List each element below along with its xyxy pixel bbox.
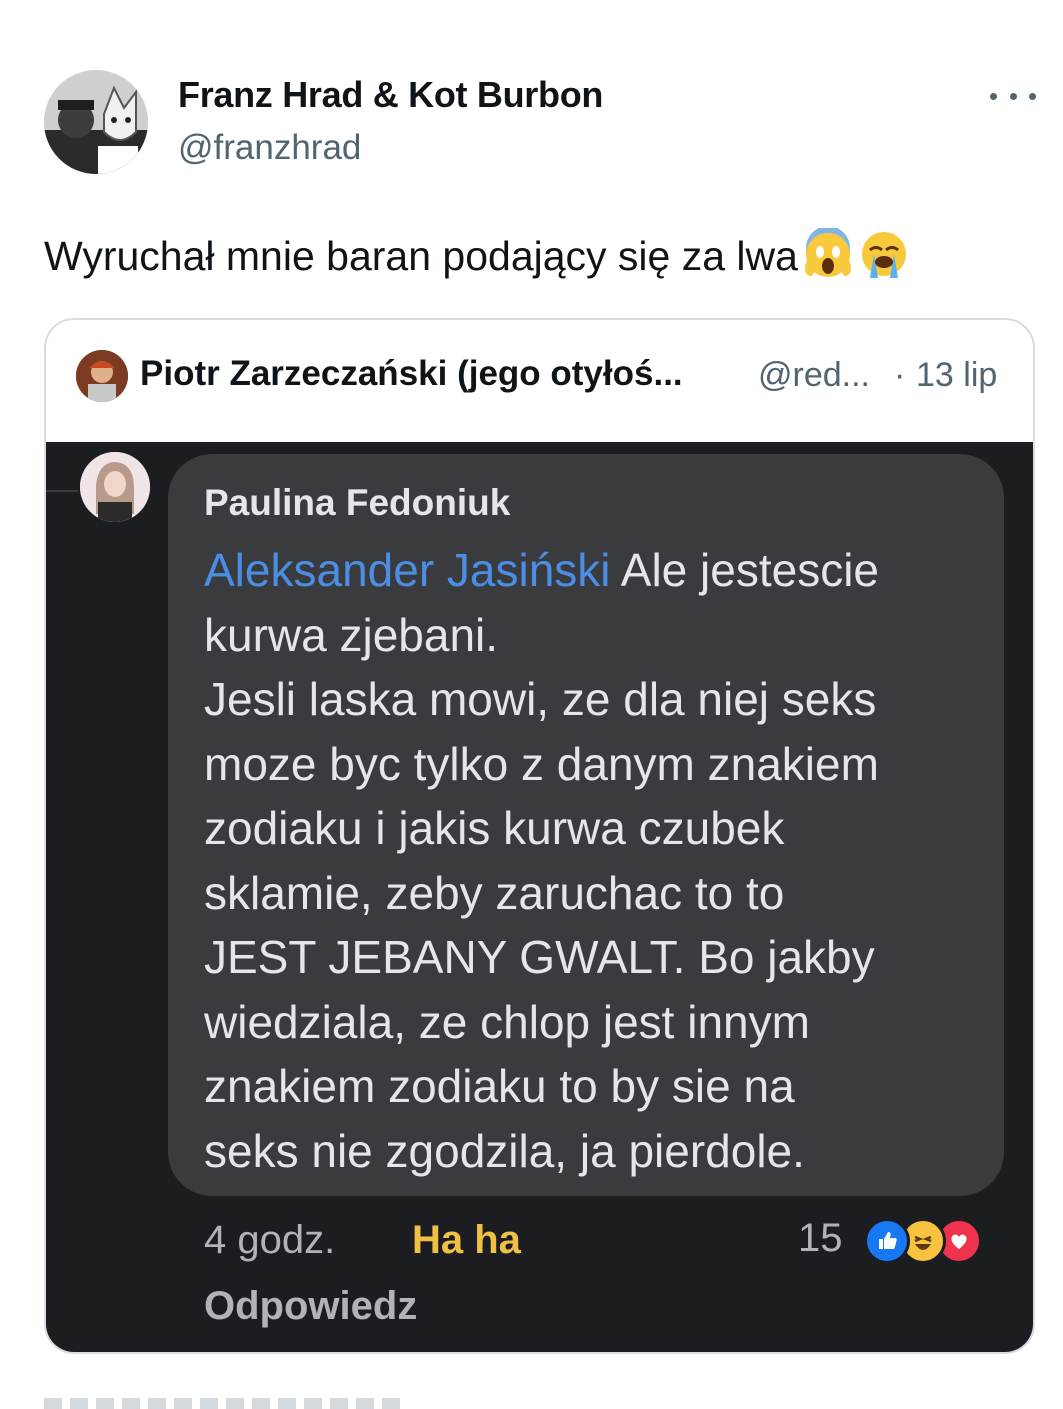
comment-line: wiedziala, ze chlop jest innym: [204, 995, 810, 1048]
commenter-avatar: [80, 452, 150, 522]
like-icon: [864, 1218, 910, 1264]
author-name[interactable]: Franz Hrad & Kot Burbon: [178, 74, 603, 116]
comment-line: sklamie, zeby zaruchac to to: [204, 866, 785, 919]
separator-dot: ·: [894, 356, 906, 394]
quoted-author-avatar[interactable]: [76, 350, 128, 402]
comment-line: seks nie zgodzila, ja pierdole.: [204, 1124, 805, 1177]
tweet-text-content: Wyruchał mnie baran podający się za lwa: [44, 233, 798, 279]
mention-link: Aleksander Jasiński: [204, 544, 611, 596]
reaction-icons: [864, 1218, 1004, 1266]
comment-line: JEST JEBANY GWALT. Bo jakby: [204, 931, 875, 983]
author-handle[interactable]: @franzhrad: [178, 128, 361, 168]
quoted-tweet-card[interactable]: Piotr Zarzeczański (jego otyłoś... @red.…: [44, 318, 1035, 1354]
comment-text: Aleksander Jasiński Ale jestescie kurwa …: [204, 538, 994, 1183]
more-dot-icon: [1009, 92, 1017, 100]
author-avatar[interactable]: [44, 70, 148, 174]
tweet-text: Wyruchał mnie baran podający się za lwa: [44, 228, 910, 280]
comment-bubble: Paulina Fedoniuk Aleksander Jasiński Ale…: [168, 454, 1004, 1196]
reply-label: Odpowiedz: [204, 1284, 418, 1328]
reaction-count: 15: [798, 1216, 843, 1260]
comment-line: znakiem zodiaku to by sie na: [204, 1060, 795, 1112]
more-dot-icon: [1029, 92, 1036, 100]
quoted-tweet-image[interactable]: Paulina Fedoniuk Aleksander Jasiński Ale…: [46, 442, 1033, 1352]
reaction-label: Ha ha: [412, 1218, 521, 1262]
comment-time: 4 godz.: [204, 1218, 336, 1262]
comment-line: zodiaku i jakis kurwa czubek: [204, 802, 785, 854]
comment-line: Ale jestescie: [610, 544, 880, 596]
commenter-name: Paulina Fedoniuk: [204, 482, 511, 523]
more-options-button[interactable]: [990, 78, 1036, 114]
thread-line: [46, 490, 78, 492]
loudly-crying-face-emoji-icon: [861, 232, 906, 278]
comment-line: kurwa zjebani.: [204, 608, 499, 661]
quoted-author-name[interactable]: Piotr Zarzeczański (jego otyłoś...: [140, 354, 683, 394]
screaming-face-emoji-icon: [804, 228, 851, 277]
comment-line: Jesli laska mowi, ze dla niej seks: [204, 673, 877, 725]
cropped-timestamp-row: [44, 1398, 404, 1409]
comment-line: moze byc tylko z danym znakiem: [204, 737, 879, 790]
quoted-author-handle[interactable]: @red...: [758, 356, 870, 395]
more-dot-icon: [990, 92, 997, 100]
quoted-tweet-date[interactable]: 13 lip: [916, 356, 997, 395]
